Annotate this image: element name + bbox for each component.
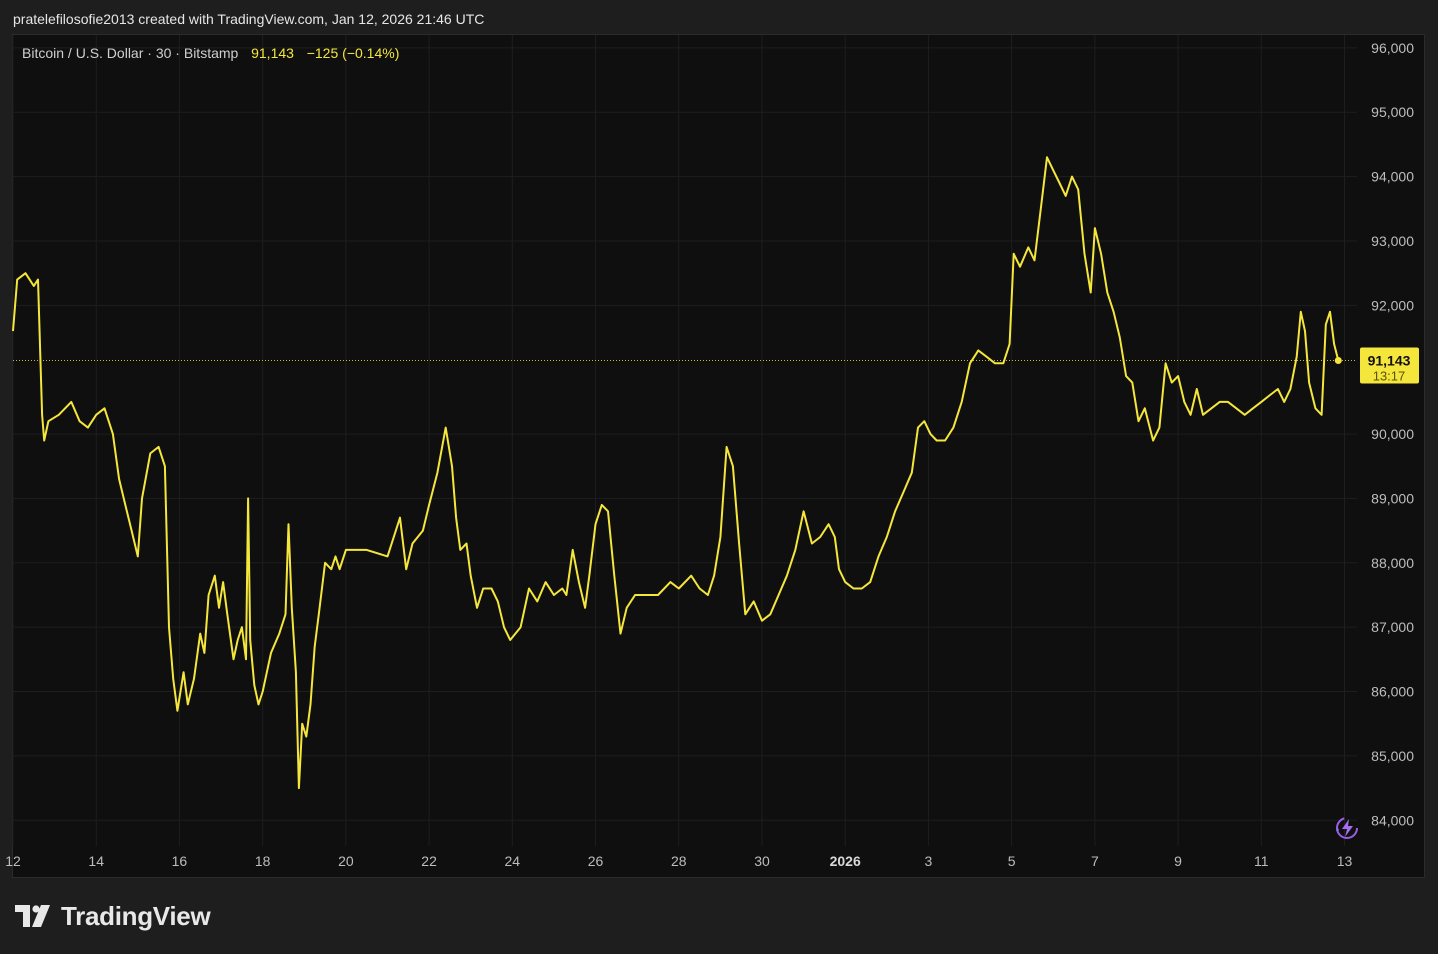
symbol-change-percent: (−0.14%): [342, 45, 400, 61]
time-tick-label: 18: [255, 853, 271, 869]
last-price-badge: 91,14313:17: [1336, 347, 1419, 839]
symbol-name: Bitcoin / U.S. Dollar: [22, 45, 144, 61]
time-axis: 12 14 16 18 20 22 24 26 28 30 2026 3 5 7 9 11 13: [5, 853, 1352, 869]
time-tick-label: 30: [754, 853, 770, 869]
time-tick-label: 7: [1091, 853, 1099, 869]
time-tick-label: 12: [5, 853, 21, 869]
symbol-interval: 30: [155, 45, 172, 61]
tradingview-logo[interactable]: TradingView: [15, 900, 211, 932]
price-tick-label: 84,000: [1371, 812, 1414, 828]
time-tick-label: 13: [1337, 853, 1353, 869]
last-price-marker: [1334, 356, 1342, 364]
time-tick-label: 22: [421, 853, 437, 869]
price-tick-label: 95,000: [1371, 104, 1414, 120]
lightning-reload-icon: [1336, 817, 1358, 839]
price-series-line: [12, 156, 1340, 790]
symbol-change: −125: [306, 45, 339, 61]
price-axis: 84,000 85,000 86,000 87,000 88,000 89,000 90,0…: [1371, 40, 1414, 828]
time-tick-label: 20: [338, 853, 354, 869]
price-chart[interactable]: 84,000 85,000 86,000 87,000 88,000 89,000 90,0…: [0, 0, 1438, 954]
time-tick-label: 5: [1008, 853, 1016, 869]
price-tick-label: 94,000: [1371, 169, 1414, 185]
last-price-badge-countdown: 13:17: [1373, 368, 1406, 383]
time-tick-label: 28: [671, 853, 687, 869]
price-tick-label: 89,000: [1371, 490, 1414, 506]
symbol-exchange: Bitstamp: [183, 45, 239, 61]
price-tick-label: 96,000: [1371, 40, 1414, 56]
tradingview-logo-icon: [15, 905, 50, 927]
price-tick-label: 90,000: [1371, 426, 1414, 442]
chart-grid: [12, 35, 1357, 846]
price-tick-label: 85,000: [1371, 748, 1414, 764]
tradingview-logo-text: TradingView: [61, 900, 211, 931]
time-tick-label: 11: [1254, 853, 1269, 869]
time-tick-label: 9: [1174, 853, 1182, 869]
time-tick-label: 3: [925, 853, 933, 869]
time-tick-label: 16: [172, 853, 188, 869]
price-tick-label: 86,000: [1371, 684, 1414, 700]
plot-area: [12, 156, 1357, 790]
time-tick-label: 2026: [830, 853, 861, 869]
price-tick-label: 87,000: [1371, 619, 1414, 635]
time-tick-label: 14: [88, 853, 104, 869]
symbol-last-price: 91,143: [251, 45, 294, 61]
time-tick-label: 24: [505, 853, 521, 869]
time-tick-label: 26: [588, 853, 604, 869]
last-price-badge-value: 91,143: [1368, 352, 1411, 368]
price-tick-label: 92,000: [1371, 297, 1414, 313]
price-tick-label: 88,000: [1371, 555, 1414, 571]
symbol-legend[interactable]: Bitcoin / U.S. Dollar · 30 · Bitstamp 91…: [22, 45, 399, 61]
price-tick-label: 93,000: [1371, 233, 1414, 249]
